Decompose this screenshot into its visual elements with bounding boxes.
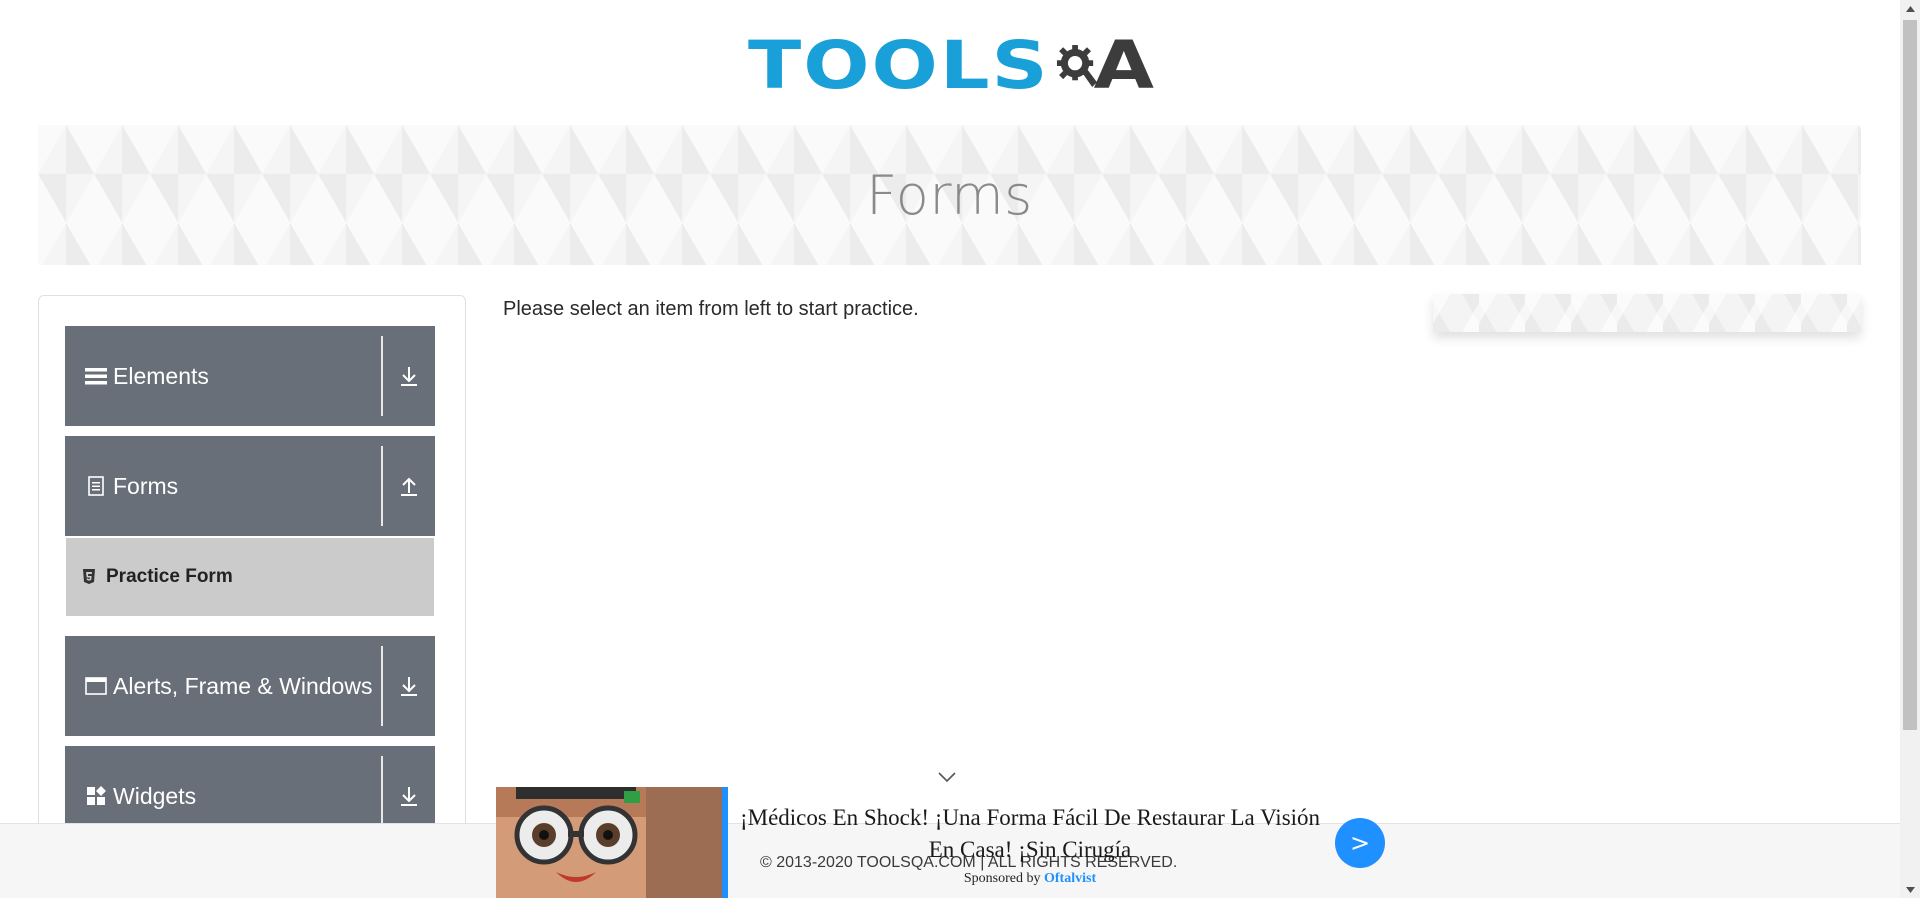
scroll-up-arrow-icon[interactable] — [1900, 0, 1920, 17]
sponsor-name[interactable]: Oftalvist — [1044, 871, 1096, 886]
toolsqa-logo[interactable]: TOOLS A — [748, 18, 1154, 114]
scrollbar-thumb[interactable] — [1903, 20, 1917, 730]
chevron-down-icon[interactable] — [937, 770, 957, 784]
ad-headline[interactable]: ¡Médicos En Shock! ¡Una Forma Fácil De R… — [730, 802, 1330, 866]
sidebar-group-elements[interactable]: Elements — [65, 326, 435, 426]
expand-arrow-icon[interactable] — [383, 636, 435, 736]
gear-magnifier-icon — [1056, 45, 1097, 87]
document-icon — [85, 475, 107, 497]
ad-sponsor-line: Sponsored by Oftalvist — [730, 871, 1330, 887]
ad-go-button[interactable]: > — [1335, 818, 1385, 868]
instruction-text: Please select an item from left to start… — [503, 298, 919, 320]
widgets-icon — [85, 785, 107, 807]
sidebar-item-label: Practice Form — [106, 566, 233, 587]
window-icon — [85, 675, 107, 697]
page-scrollbar[interactable] — [1900, 0, 1920, 898]
html5-icon — [82, 568, 98, 586]
ad-image[interactable] — [496, 787, 722, 898]
expand-arrow-icon[interactable] — [383, 326, 435, 426]
sponsored-by-label: Sponsored by — [963, 871, 1041, 886]
hamburger-icon — [85, 365, 107, 387]
scroll-down-arrow-icon[interactable] — [1900, 881, 1920, 898]
logo-text-a: A — [1093, 27, 1154, 105]
page-banner: Forms — [38, 125, 1861, 265]
ad-accent-bar — [722, 787, 728, 898]
logo-text-tools: TOOLS — [748, 27, 1050, 105]
sidebar-group-alerts-frame-windows[interactable]: Alerts, Frame & Windows — [65, 636, 435, 736]
sidebar-group-forms[interactable]: Forms — [65, 436, 435, 536]
sidebar: Elements Forms Practice Form Alerts, Fra… — [38, 295, 466, 898]
page-title: Forms — [866, 163, 1033, 227]
sidebar-item-practice-form[interactable]: Practice Form — [66, 538, 434, 616]
collapse-arrow-icon[interactable] — [383, 436, 435, 536]
ad-placeholder-strip — [1433, 294, 1861, 332]
